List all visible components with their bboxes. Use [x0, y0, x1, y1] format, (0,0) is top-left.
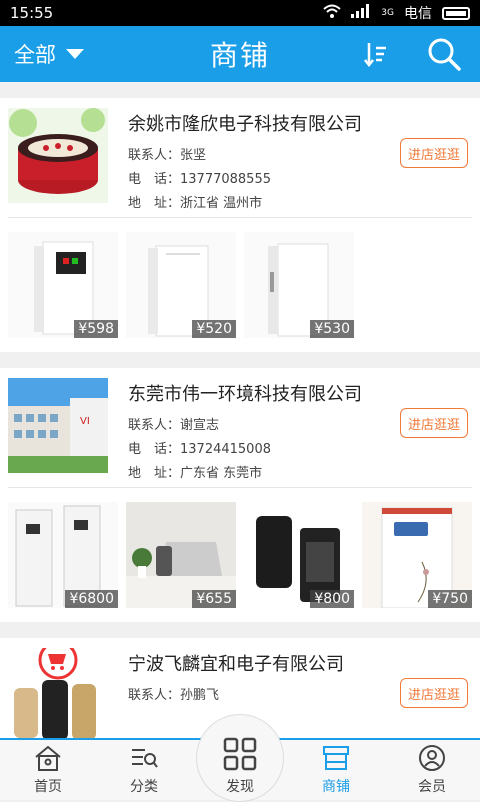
- search-icon[interactable]: [426, 36, 462, 72]
- tab-label: 发现: [226, 779, 254, 795]
- product-thumb[interactable]: ¥530: [244, 232, 354, 338]
- bottom-tab-bar: 首页 分类 发现 商铺 会员: [0, 714, 480, 802]
- shop-list[interactable]: 余姚市隆欣电子科技有限公司 联系人：张坚 电 话：13777088555 地 址…: [0, 82, 480, 738]
- shop-address: 地 址：浙江省 温州市: [128, 196, 263, 211]
- shop-name[interactable]: 余姚市隆欣电子科技有限公司: [128, 110, 362, 136]
- shop-name[interactable]: 东莞市伟一环境科技有限公司: [128, 380, 362, 406]
- shop-logo: VI: [8, 378, 108, 473]
- top-app-bar: 全部 商铺: [0, 26, 480, 82]
- shop-card[interactable]: 余姚市隆欣电子科技有限公司 联系人：张坚 电 话：13777088555 地 址…: [0, 98, 480, 352]
- tab-label: 首页: [34, 779, 62, 795]
- product-thumb[interactable]: ¥800: [244, 502, 354, 608]
- signal-icon: [351, 4, 371, 22]
- enter-shop-button[interactable]: 进店逛逛: [400, 678, 468, 708]
- shop-phone: 电 话：13724415008: [128, 442, 271, 457]
- shop-card[interactable]: VI 东莞市伟一环境科技有限公司 联系人：谢宣志 电 话：13724415008…: [0, 368, 480, 622]
- product-thumb[interactable]: ¥598: [8, 232, 118, 338]
- tab-member[interactable]: 会员: [384, 740, 480, 800]
- product-price: ¥520: [192, 320, 236, 338]
- tab-label: 会员: [418, 779, 446, 795]
- tab-label: 分类: [130, 779, 158, 795]
- network-type: 3G: [381, 8, 394, 18]
- enter-shop-button[interactable]: 进店逛逛: [400, 408, 468, 438]
- carrier-name: 电信: [404, 6, 432, 22]
- product-thumb[interactable]: ¥6800: [8, 502, 118, 608]
- shop-contact: 联系人：张坚: [128, 148, 207, 163]
- scope-dropdown[interactable]: 全部: [0, 39, 160, 69]
- enter-shop-button[interactable]: 进店逛逛: [400, 138, 468, 168]
- product-price: ¥800: [310, 590, 354, 608]
- home-icon: [35, 745, 61, 771]
- user-icon: [419, 745, 445, 771]
- shop-name[interactable]: 宁波飞麟宜和电子有限公司: [128, 650, 344, 676]
- tab-label: 商铺: [322, 779, 350, 795]
- shop-logo: [8, 108, 108, 203]
- status-time: 15:55: [10, 4, 54, 22]
- product-price: ¥750: [428, 590, 472, 608]
- shop-phone: 电 话：13777088555: [128, 172, 271, 187]
- tab-category[interactable]: 分类: [96, 740, 192, 800]
- status-bar: 15:55 3G 电信: [0, 0, 480, 26]
- shop-address: 地 址：广东省 东莞市: [128, 466, 263, 481]
- sort-icon[interactable]: [362, 40, 390, 68]
- store-icon: [323, 746, 349, 770]
- shop-contact: 联系人：谢宣志: [128, 418, 220, 433]
- shop-contact: 联系人：孙鹏飞: [128, 688, 220, 703]
- product-price: ¥598: [74, 320, 118, 338]
- svg-text:VI: VI: [80, 416, 90, 427]
- wifi-icon: [323, 4, 341, 22]
- product-thumb[interactable]: ¥655: [126, 502, 236, 608]
- product-thumb[interactable]: ¥750: [362, 502, 472, 608]
- product-price: ¥530: [310, 320, 354, 338]
- shop-logo: [8, 648, 108, 738]
- product-thumb[interactable]: ¥520: [126, 232, 236, 338]
- scope-label: 全部: [14, 43, 56, 67]
- tab-store[interactable]: 商铺: [288, 740, 384, 800]
- battery-icon: [442, 6, 470, 20]
- product-price: ¥6800: [65, 590, 118, 608]
- tab-home[interactable]: 首页: [0, 740, 96, 800]
- category-icon: [132, 749, 158, 768]
- product-price: ¥655: [192, 590, 236, 608]
- grid-icon: [223, 737, 257, 771]
- tab-discover[interactable]: 发现: [192, 714, 288, 802]
- dropdown-triangle-icon: [66, 49, 84, 59]
